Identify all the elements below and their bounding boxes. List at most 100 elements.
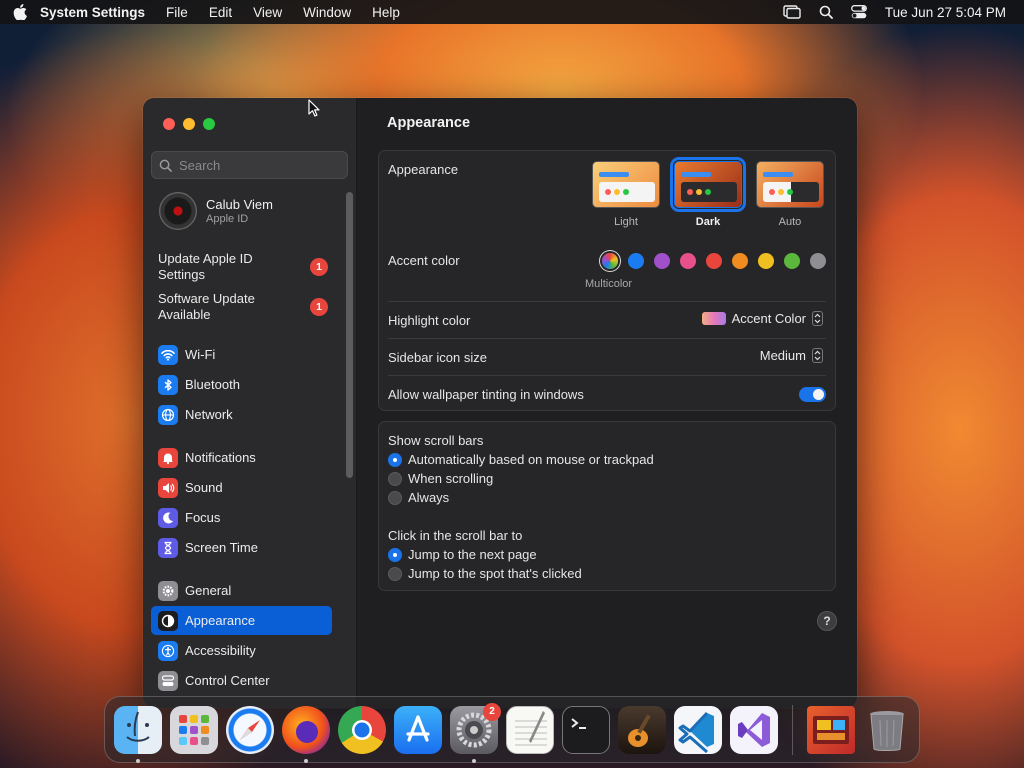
trash-icon[interactable] — [863, 706, 911, 754]
zoom-button[interactable] — [203, 118, 215, 130]
notice-label: Software Update Available — [158, 291, 255, 322]
notification-badge: 1 — [310, 298, 328, 316]
textedit-icon[interactable] — [506, 705, 554, 754]
sidebar-item-label: Wi-Fi — [185, 347, 216, 362]
software-update-notice[interactable]: Software Update Available 1 — [158, 291, 328, 323]
system-settings-icon[interactable]: 2 — [450, 702, 501, 763]
visual-studio-icon[interactable] — [730, 705, 778, 754]
sidebar-item-notifications[interactable]: Notifications — [151, 443, 332, 472]
close-button[interactable] — [163, 118, 175, 130]
sidebar-item-wifi[interactable]: Wi-Fi — [151, 340, 332, 369]
minimize-button[interactable] — [183, 118, 195, 130]
downloads-stack-icon[interactable] — [807, 705, 855, 754]
sidebar-item-label: Accessibility — [185, 643, 256, 658]
menu-edit[interactable]: Edit — [209, 5, 232, 20]
accent-yellow[interactable] — [758, 253, 774, 269]
theme-option-dark[interactable]: Dark — [670, 157, 746, 228]
sidebar-item-accessibility[interactable]: Accessibility — [151, 636, 332, 665]
accent-graphite[interactable] — [810, 253, 826, 269]
sidebar-item-appearance[interactable]: Appearance — [151, 606, 332, 635]
garageband-icon[interactable] — [618, 705, 666, 754]
finder-icon[interactable] — [114, 705, 162, 763]
scroll-bars-always-option[interactable]: Always — [388, 490, 449, 505]
radio-button[interactable] — [388, 471, 402, 486]
accent-selected-caption: Multicolor — [585, 278, 633, 290]
sidebar-item-bluetooth[interactable]: Bluetooth — [151, 370, 332, 399]
accent-multicolor[interactable] — [602, 253, 618, 269]
running-indicator — [472, 758, 476, 763]
accent-purple[interactable] — [654, 253, 670, 269]
menu-window[interactable]: Window — [303, 5, 351, 20]
accent-red[interactable] — [706, 253, 722, 269]
globe-icon — [158, 404, 178, 425]
scroll-bar-settings-group: Show scroll bars Automatically based on … — [378, 421, 836, 591]
launchpad-icon[interactable] — [170, 705, 218, 754]
sidebar-item-label: Sound — [185, 480, 223, 495]
sidebar-item-label: General — [185, 583, 232, 598]
scroll-bars-auto-option[interactable]: Automatically based on mouse or trackpad — [388, 452, 654, 467]
sidebar-item-general[interactable]: General — [151, 576, 332, 605]
terminal-icon[interactable] — [562, 705, 610, 754]
radio-label: Automatically based on mouse or trackpad — [408, 452, 654, 467]
sidebar-item-label: Screen Time — [185, 540, 258, 555]
account-name: Calub Viem — [206, 197, 273, 212]
radio-label: Jump to the spot that's clicked — [408, 566, 582, 581]
jump-to-spot-option[interactable]: Jump to the spot that's clicked — [388, 566, 582, 581]
window-controls — [163, 118, 215, 130]
sidebar-item-sound[interactable]: Sound — [151, 473, 332, 502]
vscode-icon[interactable] — [674, 705, 722, 754]
divider — [388, 375, 826, 376]
sidebar-scrollbar[interactable] — [346, 192, 353, 478]
running-indicator — [136, 758, 140, 763]
wifi-icon — [158, 344, 178, 365]
menu-help[interactable]: Help — [372, 5, 400, 20]
search-field[interactable] — [151, 151, 348, 179]
firefox-icon[interactable] — [282, 705, 330, 763]
wallpaper-tinting-toggle[interactable] — [799, 387, 826, 402]
sidebar-item-label: Network — [185, 407, 233, 422]
highlight-color-select[interactable]: Accent Color — [701, 311, 823, 326]
accent-green[interactable] — [784, 253, 800, 269]
control-center-menu-icon[interactable] — [850, 5, 867, 19]
theme-option-light[interactable]: Light — [592, 161, 660, 228]
apple-menu-icon[interactable] — [0, 4, 40, 20]
update-apple-id-notice[interactable]: Update Apple ID Settings 1 — [158, 251, 328, 283]
accent-orange[interactable] — [732, 253, 748, 269]
running-indicator — [304, 758, 308, 763]
menu-clock[interactable]: Tue Jun 27 5:04 PM — [885, 5, 1006, 20]
notice-label: Update Apple ID Settings — [158, 251, 253, 282]
help-button[interactable]: ? — [817, 611, 837, 631]
safari-icon[interactable] — [226, 705, 274, 754]
hourglass-icon — [158, 537, 178, 558]
sidebar-item-network[interactable]: Network — [151, 400, 332, 429]
appearance-settings-group: Appearance Light Dark Auto Accent color … — [378, 150, 836, 411]
radio-button[interactable] — [388, 547, 402, 562]
menu-file[interactable]: File — [166, 5, 188, 20]
app-store-icon[interactable] — [394, 705, 442, 754]
accent-blue[interactable] — [628, 253, 644, 269]
jump-next-page-option[interactable]: Jump to the next page — [388, 547, 537, 562]
radio-button[interactable] — [388, 490, 402, 505]
menu-app-name[interactable]: System Settings — [40, 5, 145, 20]
show-scroll-bars-label: Show scroll bars — [388, 433, 484, 448]
sidebar-item-label: Notifications — [185, 450, 256, 465]
screen-mirroring-icon[interactable] — [783, 5, 801, 19]
theme-caption: Dark — [695, 216, 721, 228]
sidebar-item-control-center[interactable]: Control Center — [151, 666, 332, 695]
apple-id-account[interactable]: Calub Viem Apple ID — [159, 192, 273, 230]
sidebar-item-screen-time[interactable]: Screen Time — [151, 533, 332, 562]
chrome-icon[interactable] — [338, 705, 386, 754]
dark-theme-thumbnail — [670, 157, 746, 212]
scroll-bars-when-scrolling-option[interactable]: When scrolling — [388, 471, 493, 486]
search-input[interactable] — [179, 157, 339, 173]
spotlight-search-icon[interactable] — [819, 5, 833, 19]
sidebar-item-focus[interactable]: Focus — [151, 503, 332, 532]
menu-view[interactable]: View — [253, 5, 282, 20]
accent-pink[interactable] — [680, 253, 696, 269]
sidebar-icon-size-select[interactable]: Medium — [760, 348, 823, 363]
toggle-knob — [813, 389, 824, 400]
radio-button[interactable] — [388, 566, 402, 581]
speaker-icon — [158, 477, 178, 498]
theme-option-auto[interactable]: Auto — [756, 161, 824, 228]
radio-button[interactable] — [388, 452, 402, 467]
